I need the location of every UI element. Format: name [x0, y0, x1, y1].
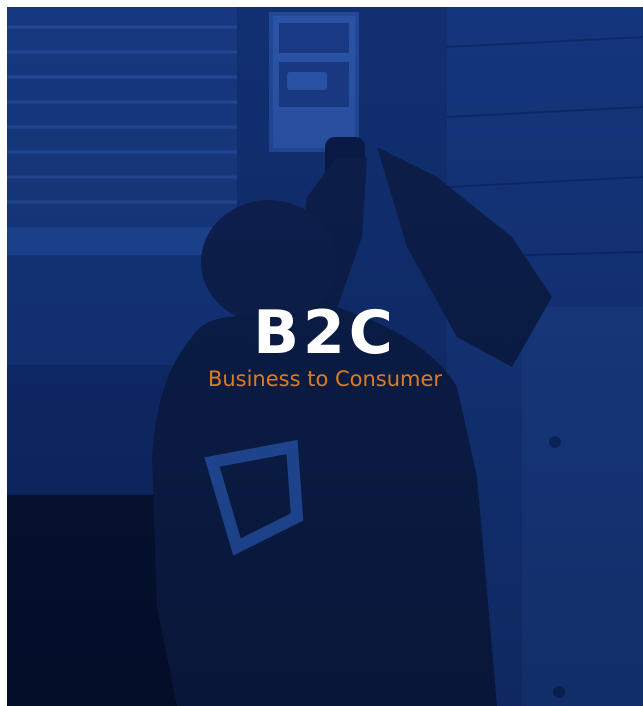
banner-title: B2C — [253, 298, 397, 368]
banner-subtitle: Business to Consumer — [207, 367, 443, 391]
hero-banner: B2C Business to Consumer — [7, 7, 643, 706]
